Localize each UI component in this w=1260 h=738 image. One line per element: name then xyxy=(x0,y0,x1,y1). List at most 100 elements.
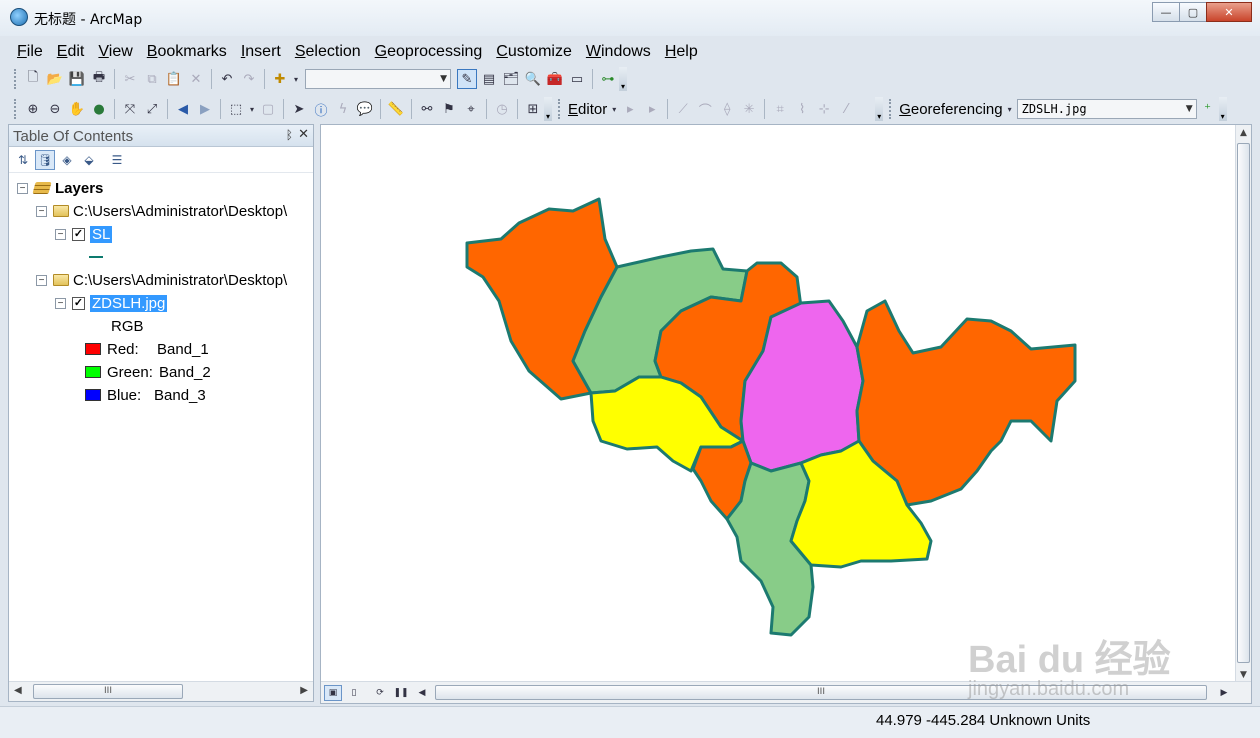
collapse-icon[interactable]: − xyxy=(17,182,28,194)
hyperlink-icon[interactable]: ϟ xyxy=(333,99,353,119)
georeferencing-dropdown-icon[interactable]: ▾ xyxy=(1006,99,1014,119)
maximize-button[interactable]: ▢ xyxy=(1179,2,1207,22)
modelbuilder-icon[interactable]: ⊶ xyxy=(598,69,618,89)
select-elements-arrow-icon[interactable]: ➤ xyxy=(289,99,309,119)
layout-view-icon[interactable]: ▯ xyxy=(345,685,363,701)
undo-icon[interactable]: ↶ xyxy=(217,69,237,89)
table-of-contents-window-icon[interactable]: ▤ xyxy=(479,69,499,89)
options-icon[interactable]: ☰ xyxy=(107,150,127,170)
scroll-right-icon[interactable]: ▶ xyxy=(1215,685,1233,701)
list-by-source-icon[interactable]: 🛢 xyxy=(35,149,55,170)
back-arrow-icon[interactable]: ◀ xyxy=(173,99,193,119)
close-icon[interactable]: ✕ xyxy=(298,127,309,142)
create-viewer-window-icon[interactable]: ⊞ xyxy=(523,99,543,119)
full-extent-globe-icon[interactable]: ● xyxy=(89,99,109,119)
red-swatch[interactable] xyxy=(85,343,101,355)
trace-icon[interactable]: ⟠ xyxy=(717,99,737,119)
menu-insert[interactable]: Insert xyxy=(234,40,288,64)
refresh-icon[interactable]: ⟳ xyxy=(371,685,389,701)
map-display[interactable]: ▲ ▼ ▣ ▯ ⟳ ❚❚ ◀ III ▶ xyxy=(320,124,1252,704)
forward-arrow-icon[interactable]: ▶ xyxy=(195,99,215,119)
straight-segment-icon[interactable]: ⟋ xyxy=(673,99,693,119)
menu-view[interactable]: View xyxy=(91,40,139,64)
cut-polygons-icon[interactable]: ⊹ xyxy=(814,99,834,119)
pan-hand-icon[interactable]: ✋ xyxy=(67,99,87,119)
green-swatch[interactable] xyxy=(85,366,101,378)
toc-group-row[interactable]: − C:\Users\Administrator\Desktop\ xyxy=(36,200,287,222)
arctoolbox-icon[interactable]: 🧰 xyxy=(545,69,565,89)
open-folder-icon[interactable]: 📂 xyxy=(45,69,65,89)
line-symbol[interactable] xyxy=(89,256,103,258)
toc-root-row[interactable]: − Layers xyxy=(17,177,103,199)
measure-icon[interactable]: 📏 xyxy=(386,99,406,119)
close-window-button[interactable]: ✕ xyxy=(1206,2,1252,22)
reshape-feature-icon[interactable]: ⌇ xyxy=(792,99,812,119)
save-icon[interactable]: 💾 xyxy=(67,69,87,89)
add-control-points-icon[interactable]: ⁺ xyxy=(1198,99,1218,119)
toolbar-grip[interactable] xyxy=(14,99,18,119)
menu-windows[interactable]: Windows xyxy=(579,40,658,64)
toolbar-overflow-chevron[interactable]: ▾ xyxy=(619,67,627,91)
toolbar-overflow-chevron[interactable]: ▾ xyxy=(544,97,552,121)
split-tool-icon[interactable]: ⁄ xyxy=(836,99,856,119)
menu-file[interactable]: File xyxy=(10,40,50,64)
collapse-icon[interactable]: − xyxy=(36,274,47,286)
menu-bookmarks[interactable]: Bookmarks xyxy=(140,40,234,64)
fixed-zoom-in-icon[interactable]: ⤧ xyxy=(120,99,140,119)
zoom-in-icon[interactable]: ⊕ xyxy=(23,99,43,119)
data-view-icon[interactable]: ▣ xyxy=(324,684,342,701)
toc-group-row[interactable]: − C:\Users\Administrator\Desktop\ xyxy=(36,269,287,291)
toc-horizontal-scrollbar[interactable]: ◀ III ▶ xyxy=(9,681,313,701)
toolbar-grip[interactable] xyxy=(14,69,18,89)
scroll-thumb[interactable] xyxy=(1237,143,1250,663)
map-vertical-scrollbar[interactable]: ▲ ▼ xyxy=(1235,125,1251,683)
toc-layer-row[interactable]: − ✓ ZDSLH.jpg xyxy=(55,292,168,314)
list-by-drawing-order-icon[interactable]: ⇅ xyxy=(13,150,33,170)
scroll-up-icon[interactable]: ▲ xyxy=(1240,128,1247,138)
add-data-icon[interactable]: ✚ xyxy=(270,69,290,89)
copy-icon[interactable]: ⧉ xyxy=(142,69,162,89)
toc-layer-row[interactable]: − ✓ SL xyxy=(55,223,113,245)
layer-visibility-checkbox[interactable]: ✓ xyxy=(72,227,85,241)
toolbar-overflow-chevron[interactable]: ▾ xyxy=(875,97,884,121)
go-to-xy-icon[interactable]: ⌖ xyxy=(461,99,481,119)
pin-icon[interactable]: ᛒ xyxy=(286,128,293,142)
zoom-out-icon[interactable]: ⊖ xyxy=(45,99,65,119)
layer-name[interactable]: SL xyxy=(90,225,113,243)
toolbar-grip[interactable] xyxy=(558,99,562,119)
clear-selection-icon[interactable]: ▢ xyxy=(258,99,278,119)
point-icon[interactable]: ✳ xyxy=(739,99,759,119)
new-document-icon[interactable]: 🗋 xyxy=(23,69,43,89)
search-window-icon[interactable]: 🔍 xyxy=(523,69,543,89)
georeferencing-menu[interactable]: Georeferencing xyxy=(897,101,1004,118)
toolbar-overflow-chevron[interactable]: ▾ xyxy=(1218,97,1227,121)
list-by-visibility-icon[interactable]: ◈ xyxy=(57,150,77,170)
catalog-window-icon[interactable]: 🗂 xyxy=(501,69,521,89)
layer-name[interactable]: ZDSLH.jpg xyxy=(90,294,168,312)
editor-menu[interactable]: Editor xyxy=(566,101,609,118)
georeferencing-layer-select[interactable]: ZDSLH.jpg ▼ xyxy=(1016,99,1197,119)
edit-annotation-icon[interactable]: ▸ xyxy=(642,99,662,119)
collapse-icon[interactable]: − xyxy=(55,228,66,240)
scroll-down-icon[interactable]: ▼ xyxy=(1240,670,1247,680)
map-scale-combo[interactable]: ▼ xyxy=(305,69,451,89)
find-binoculars-icon[interactable]: ⚯ xyxy=(417,99,437,119)
editor-toolbar-icon[interactable]: ✎ xyxy=(457,69,477,89)
python-window-icon[interactable]: ▭ xyxy=(567,69,587,89)
edit-vertices-icon[interactable]: ⌗ xyxy=(770,99,790,119)
print-icon[interactable]: 🖶 xyxy=(89,69,109,89)
delete-icon[interactable]: ✕ xyxy=(186,69,206,89)
pause-drawing-icon[interactable]: ❚❚ xyxy=(392,685,410,701)
paste-icon[interactable]: 📋 xyxy=(164,69,184,89)
edit-tool-icon[interactable]: ▸ xyxy=(620,99,640,119)
identify-icon[interactable]: ⓘ xyxy=(311,99,331,119)
scroll-thumb[interactable]: III xyxy=(33,684,183,699)
menu-customize[interactable]: Customize xyxy=(489,40,579,64)
find-route-icon[interactable]: ⚑ xyxy=(439,99,459,119)
cut-icon[interactable]: ✂ xyxy=(120,69,140,89)
editor-dropdown-icon[interactable]: ▾ xyxy=(610,99,618,119)
scroll-right-icon[interactable]: ▶ xyxy=(300,685,308,696)
toolbar-grip[interactable] xyxy=(889,99,893,119)
time-slider-icon[interactable]: ◷ xyxy=(492,99,512,119)
map-horizontal-scroll-thumb[interactable]: III xyxy=(435,685,1207,700)
